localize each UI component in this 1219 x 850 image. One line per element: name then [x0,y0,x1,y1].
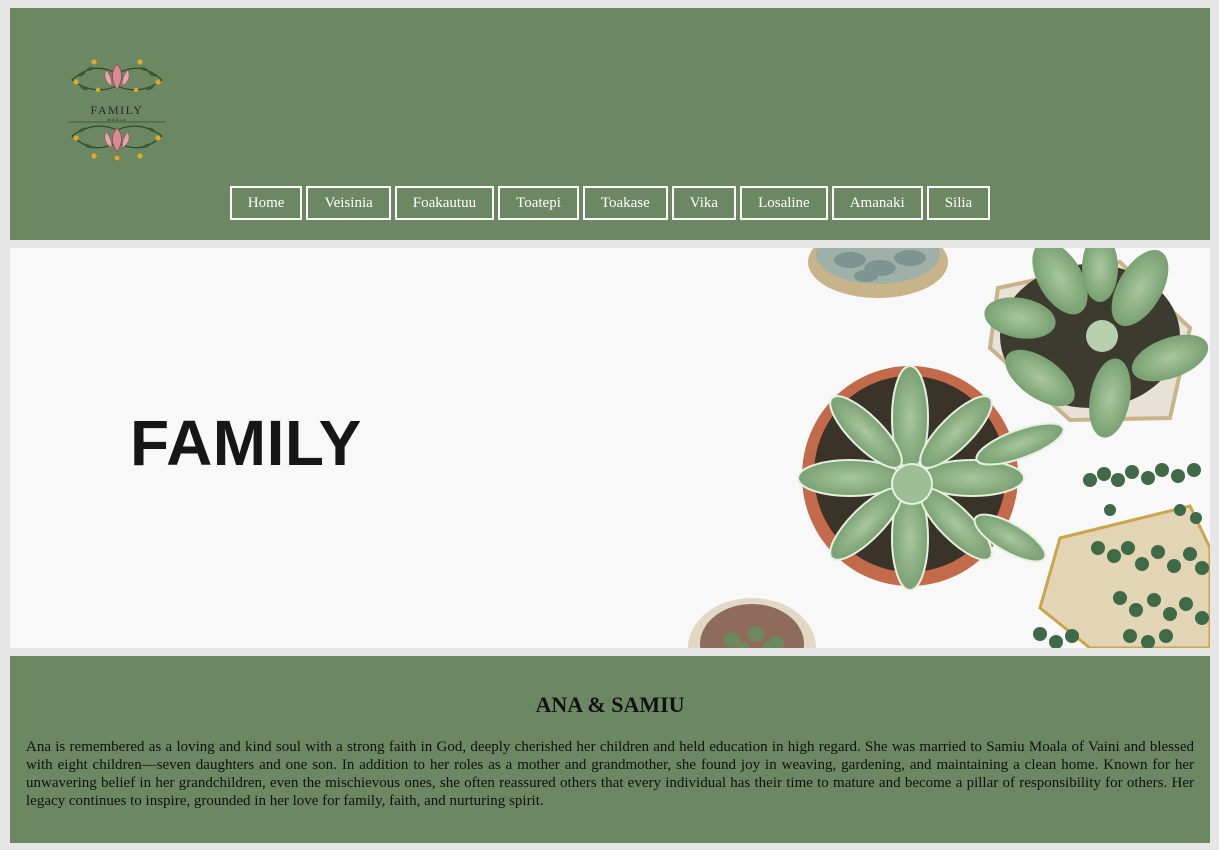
nav-item-vika[interactable]: Vika [671,186,737,220]
main-nav: Home Veisinia Foakautuu Toatepi Toakase … [10,186,1210,220]
hero-banner: FAMILY [10,248,1210,648]
nav-item-silia[interactable]: Silia [926,186,991,220]
floral-wreath-icon: FAMILY MOALA [68,59,166,161]
svg-text:MOALA: MOALA [107,117,126,122]
bio-heading: ANA & SAMIU [535,692,685,717]
nav-item-amanaki[interactable]: Amanaki [831,186,923,220]
svg-text:FAMILY: FAMILY [91,103,144,117]
nav-item-home[interactable]: Home [229,186,303,220]
hero-title: FAMILY [130,407,362,479]
bio-paragraph: Ana is remembered as a loving and kind s… [26,739,1194,809]
site-header: FAMILY MOALA Home Veisinia Foakautuu Toa… [10,8,1210,240]
bio-section: ANA & SAMIU Ana is remembered as a lovin… [10,656,1210,843]
nav-item-toatepi[interactable]: Toatepi [498,186,579,220]
nav-item-veisinia[interactable]: Veisinia [306,186,391,220]
nav-item-losaline[interactable]: Losaline [740,186,828,220]
family-logo[interactable]: FAMILY MOALA [64,52,170,164]
nav-item-toakase[interactable]: Toakase [582,186,668,220]
nav-item-foakautuu[interactable]: Foakautuu [394,186,495,220]
